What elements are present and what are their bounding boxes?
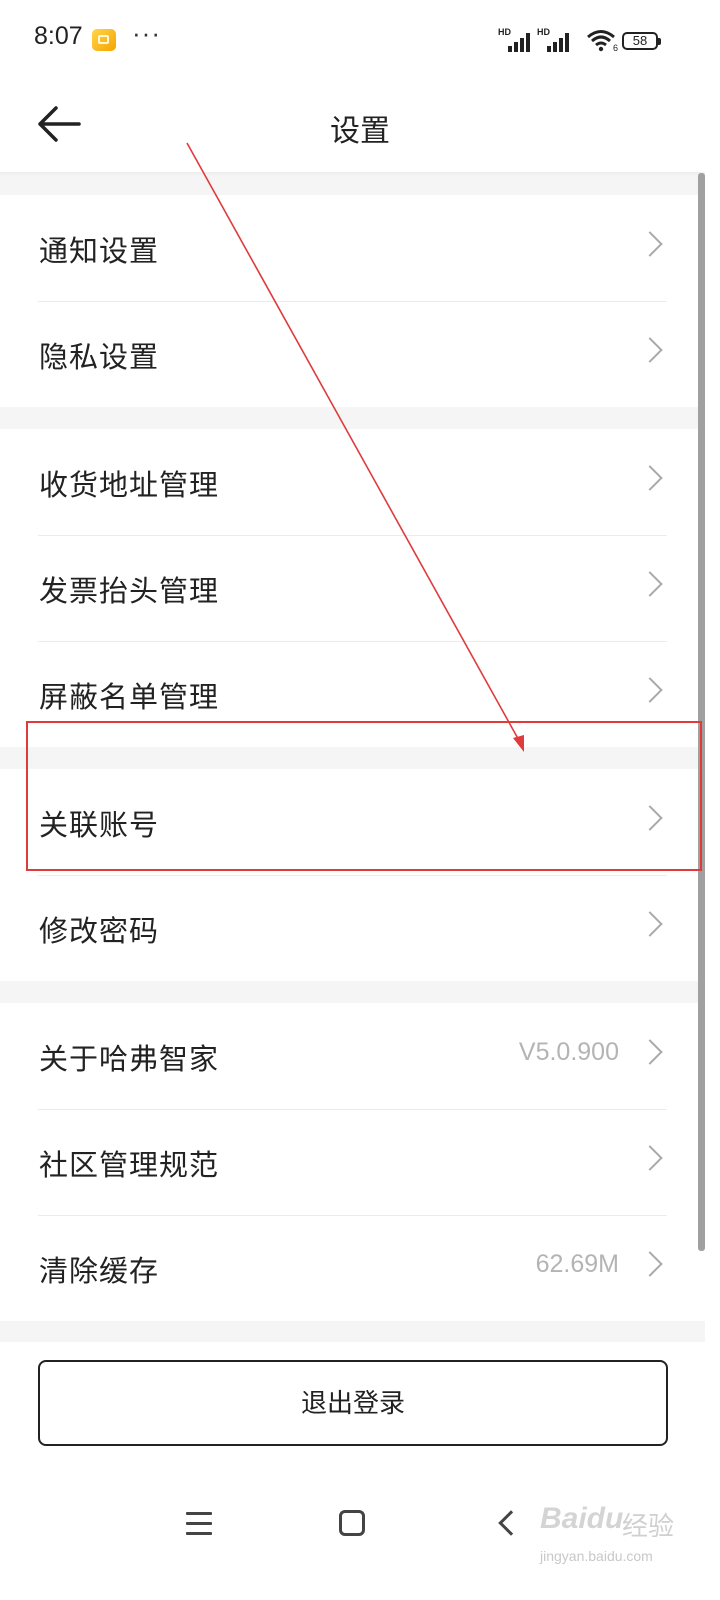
item-label: 收货地址管理 xyxy=(39,470,220,502)
system-back-icon[interactable] xyxy=(498,1510,524,1536)
baidu-jingyan-watermark: Baidu 经验 jingyan.baidu.com xyxy=(540,1500,710,1570)
item-label: 屏蔽名单管理 xyxy=(39,682,220,714)
status-time: 8:07 xyxy=(34,22,83,50)
item-label: 发票抬头管理 xyxy=(39,576,220,608)
chevron-right-icon xyxy=(637,677,663,703)
settings-item-community-rules[interactable]: 社区管理规范 xyxy=(0,1109,705,1215)
logout-button[interactable]: 退出登录 xyxy=(38,1360,668,1446)
item-label: 修改密码 xyxy=(39,916,160,948)
page-title: 设置 xyxy=(330,115,390,148)
watermark-url: jingyan.baidu.com xyxy=(540,1548,653,1564)
chevron-right-icon xyxy=(637,1251,663,1277)
chevron-right-icon xyxy=(637,1145,663,1171)
chevron-right-icon xyxy=(637,911,663,937)
cache-size-value: 62.69M xyxy=(535,1250,619,1278)
settings-item-clear-cache[interactable]: 清除缓存 62.69M xyxy=(0,1215,705,1321)
chevron-right-icon xyxy=(637,337,663,363)
wifi-icon: 6 xyxy=(587,30,618,52)
gallery-notification-icon xyxy=(92,29,116,51)
battery-icon: 58 xyxy=(622,32,661,50)
recent-apps-icon[interactable] xyxy=(186,1512,212,1536)
status-bar: 8:07 ··· HD HD 6 58 xyxy=(0,0,720,80)
wifi-suffix: 6 xyxy=(613,43,618,52)
settings-group-3: 关联账号 修改密码 xyxy=(0,769,705,981)
settings-group-4: 关于哈弗智家 V5.0.900 社区管理规范 清除缓存 62.69M xyxy=(0,1003,705,1321)
chevron-right-icon xyxy=(637,805,663,831)
item-label: 社区管理规范 xyxy=(39,1150,220,1182)
item-label: 通知设置 xyxy=(39,236,160,268)
scrollbar[interactable] xyxy=(698,173,705,1251)
settings-item-block-list[interactable]: 屏蔽名单管理 xyxy=(0,641,705,747)
home-icon[interactable] xyxy=(339,1510,365,1536)
version-value: V5.0.900 xyxy=(518,1038,619,1066)
settings-item-change-password[interactable]: 修改密码 xyxy=(0,875,705,981)
settings-group-1: 通知设置 隐私设置 xyxy=(0,195,705,407)
item-label: 隐私设置 xyxy=(39,342,160,374)
settings-item-notifications[interactable]: 通知设置 xyxy=(0,195,705,301)
watermark-logo: Baidu xyxy=(540,1502,624,1535)
more-notifications-icon: ··· xyxy=(132,18,161,48)
watermark-text: 经验 xyxy=(622,1511,675,1541)
chevron-right-icon xyxy=(637,571,663,597)
settings-item-privacy[interactable]: 隐私设置 xyxy=(0,301,705,407)
item-label: 关联账号 xyxy=(39,810,160,842)
chevron-right-icon xyxy=(637,465,663,491)
chevron-right-icon xyxy=(637,231,663,257)
item-label: 清除缓存 xyxy=(39,1256,160,1288)
settings-item-about[interactable]: 关于哈弗智家 V5.0.900 xyxy=(0,1003,705,1109)
item-label: 关于哈弗智家 xyxy=(39,1044,220,1076)
chevron-right-icon xyxy=(637,1039,663,1065)
nav-bar: 设置 xyxy=(0,80,720,172)
settings-group-2: 收货地址管理 发票抬头管理 屏蔽名单管理 xyxy=(0,429,705,747)
settings-item-invoice-title[interactable]: 发票抬头管理 xyxy=(0,535,705,641)
settings-item-shipping-address[interactable]: 收货地址管理 xyxy=(0,429,705,535)
scroll-track xyxy=(705,80,720,1510)
settings-item-linked-accounts[interactable]: 关联账号 xyxy=(0,769,705,875)
